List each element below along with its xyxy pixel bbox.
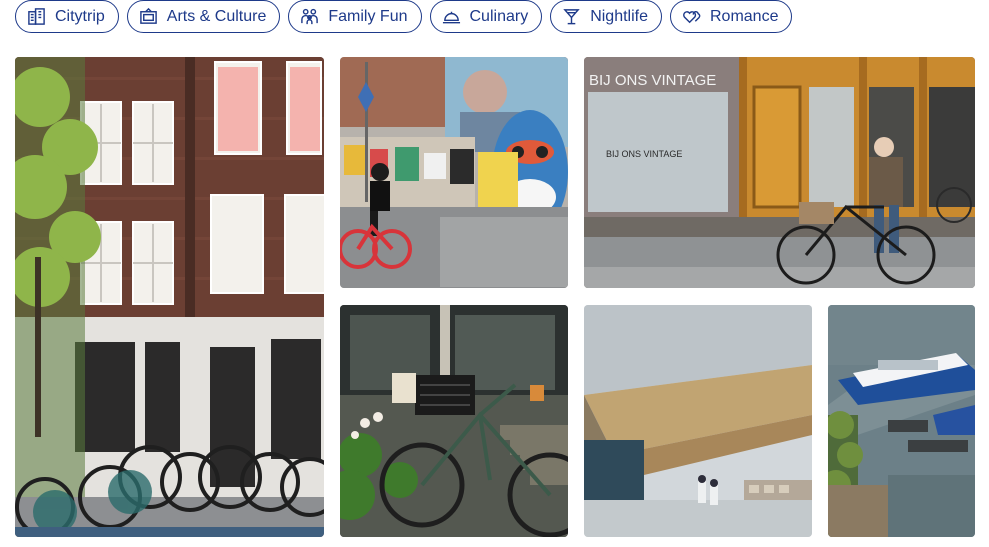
filter-chip-label: Nightlife [590,7,648,25]
cloche-icon [442,11,460,24]
filter-chip-romance[interactable]: Romance [670,0,793,33]
filter-chip-label: Culinary [469,7,529,25]
filter-chip-label: Citytrip [55,7,105,25]
filter-chip-bar: Citytrip Arts & Culture Family Fun Culin… [15,0,793,33]
filter-chip-culinary[interactable]: Culinary [429,0,543,33]
photo-canal-houses-bikes[interactable] [15,57,324,537]
photo-modern-architecture[interactable] [584,305,812,537]
photo-aerial-ferry[interactable] [828,305,975,537]
frame-icon [139,7,157,24]
window-sign-text: BIJ ONS VINTAGE [606,149,682,159]
filter-chip-label: Family Fun [328,7,408,25]
photo-vintage-shop-cyclist[interactable]: BIJ ONS VINTAGE BIJ ONS VINTAGE [584,57,975,288]
shop-sign-text: BIJ ONS VINTAGE [589,72,716,89]
filter-chip-arts-culture[interactable]: Arts & Culture [126,0,281,33]
hearts-icon [683,11,701,24]
building-icon [28,8,45,25]
cocktail-icon [563,9,580,25]
filter-chip-citytrip[interactable]: Citytrip [15,0,119,33]
filter-chip-label: Arts & Culture [166,7,267,25]
filter-chip-label: Romance [710,7,779,25]
filter-chip-nightlife[interactable]: Nightlife [550,0,662,33]
filter-chip-family-fun[interactable]: Family Fun [288,0,422,33]
photo-bike-with-crate[interactable] [340,305,568,537]
family-icon [301,8,319,25]
photo-graffiti-cyclist[interactable] [340,57,568,288]
